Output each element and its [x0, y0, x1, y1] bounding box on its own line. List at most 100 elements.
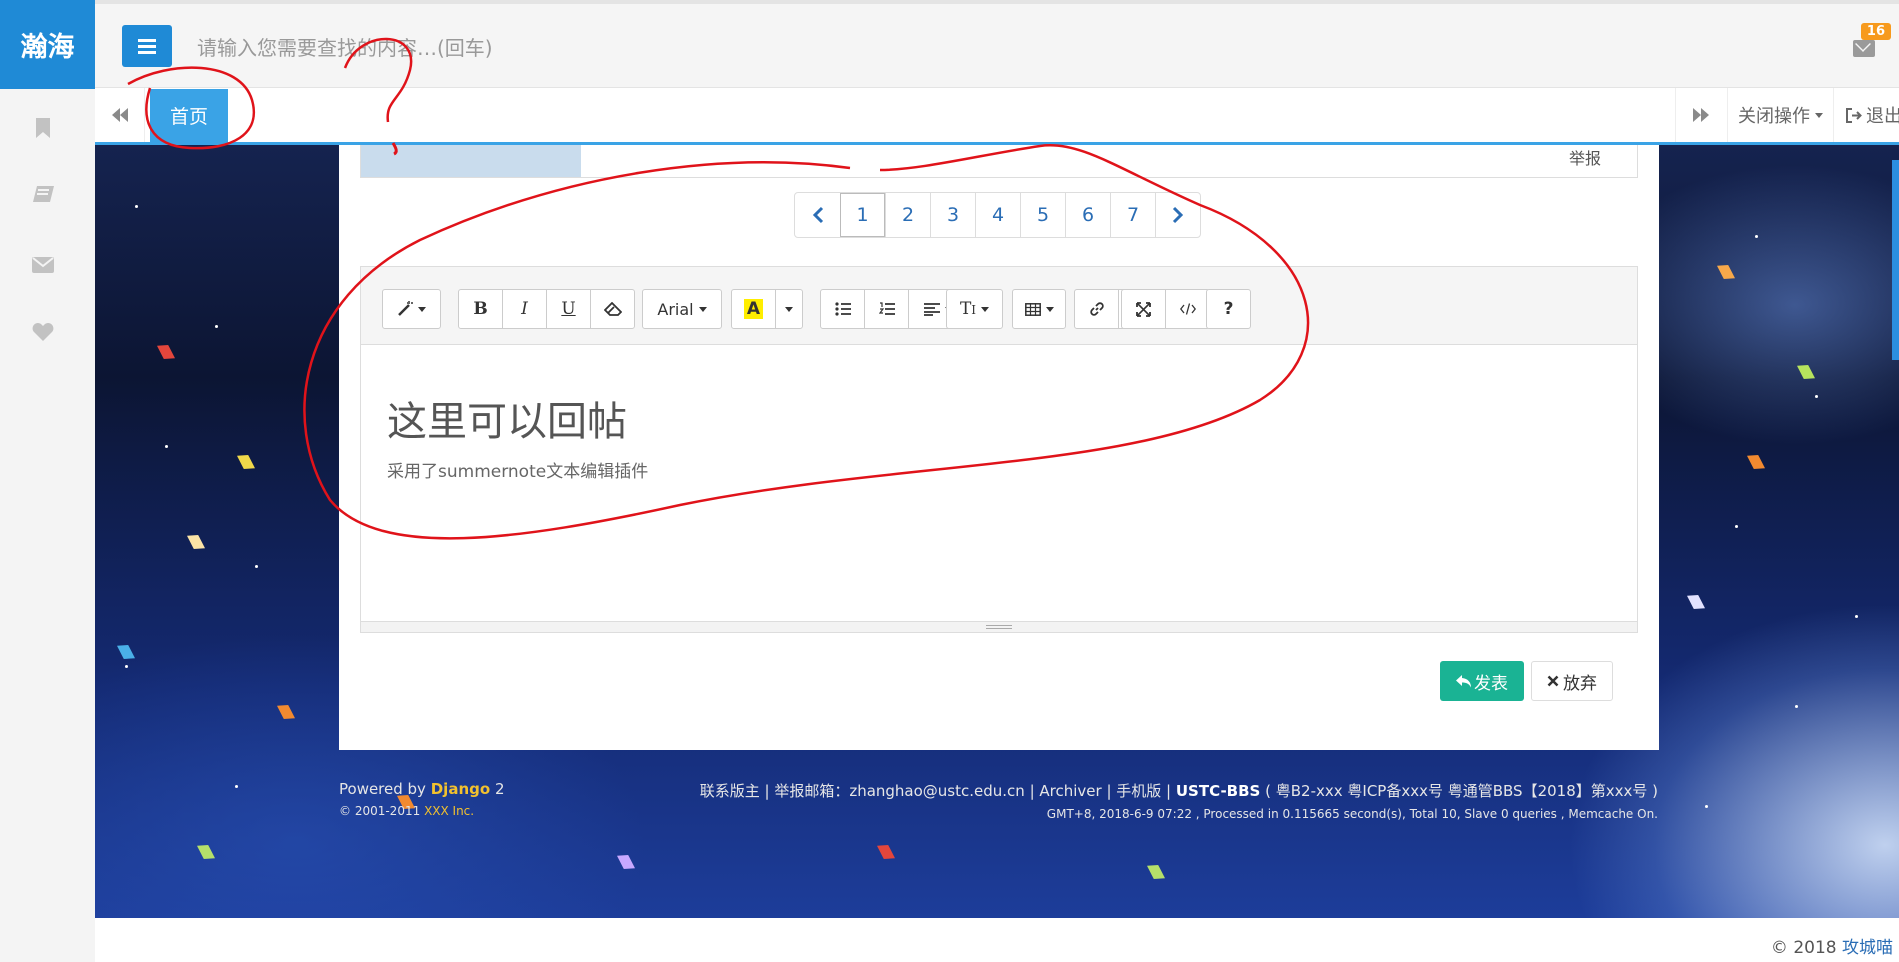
logout-button[interactable]: 退出 — [1833, 88, 1899, 142]
link-icon — [1089, 302, 1104, 316]
italic-button[interactable]: I — [502, 289, 547, 329]
style-dropdown-button[interactable] — [382, 289, 441, 329]
license-text: ( 粤B2-xxx 粤ICP备xxx号 粤通管BBS【2018】第xxx号 ) — [1265, 782, 1658, 800]
discard-button[interactable]: 放弃 — [1531, 661, 1613, 701]
side-scroll-indicator[interactable] — [1892, 160, 1899, 360]
tab-bar: 首页 关闭操作 退出 — [95, 88, 1899, 145]
link-button[interactable] — [1074, 289, 1119, 329]
underline-button[interactable]: U — [546, 289, 591, 329]
font-name-dropdown[interactable]: Arial — [642, 289, 722, 329]
list-ul-icon — [834, 302, 851, 316]
reply-panel: 举报 1 2 3 4 5 6 7 B I U Arial A TI ? 这里可以… — [339, 145, 1659, 750]
page-6[interactable]: 6 — [1065, 193, 1110, 237]
hamburger-icon — [138, 38, 156, 54]
line-height-dropdown[interactable]: TI — [946, 289, 1003, 329]
post-label: 发表 — [1474, 673, 1508, 694]
django-link[interactable]: Django — [431, 780, 490, 798]
chevron-left-icon — [812, 206, 823, 224]
post-reply-button[interactable]: 发表 — [1440, 661, 1524, 701]
tab-scroll-left-button[interactable] — [95, 88, 145, 142]
text-height-icon: TI — [959, 299, 977, 319]
bold-button[interactable]: B — [458, 289, 503, 329]
heart-icon[interactable] — [28, 317, 58, 347]
table-icon — [1024, 302, 1041, 316]
page-1[interactable]: 1 — [840, 193, 885, 237]
footer-left: Powered by Django 2 © 2001-2011 XXX Inc. — [339, 780, 505, 818]
site-name: USTC-BBS — [1175, 782, 1261, 800]
help-group: ? — [1206, 289, 1251, 329]
double-chevron-left-icon — [111, 108, 128, 122]
close-operations-label: 关闭操作 — [1738, 106, 1810, 127]
logout-label: 退出 — [1866, 106, 1899, 127]
report-link[interactable]: 举报 — [1569, 145, 1601, 169]
style-group — [382, 289, 441, 329]
page-3[interactable]: 3 — [930, 193, 975, 237]
page-4[interactable]: 4 — [975, 193, 1020, 237]
eraser-icon — [603, 302, 622, 316]
next-page-button[interactable] — [1155, 193, 1200, 237]
clear-format-button[interactable] — [590, 289, 635, 329]
magic-wand-icon — [398, 301, 413, 316]
tab-scroll-right-button[interactable] — [1675, 88, 1725, 142]
page-5[interactable]: 5 — [1020, 193, 1065, 237]
server-stats: GMT+8, 2018-6-9 07:22 , Processed in 0.1… — [1046, 807, 1658, 821]
editor-toolbar: B I U Arial A TI ? — [361, 267, 1637, 345]
app-logo[interactable]: 瀚海 — [0, 0, 95, 89]
summernote-editor: B I U Arial A TI ? 这里可以回帖 采用了summernote文… — [360, 266, 1638, 629]
font-name-group: Arial — [642, 289, 722, 329]
powered-prefix: Powered by — [339, 780, 426, 798]
height-group: TI — [946, 289, 1003, 329]
color-dropdown-button[interactable] — [775, 289, 803, 329]
corner-copyright: © 2018 攻城喵 — [1771, 933, 1893, 958]
pagination: 1 2 3 4 5 6 7 — [794, 192, 1201, 238]
align-left-icon — [923, 303, 940, 316]
font-name-label: Arial — [657, 299, 694, 319]
sign-out-icon — [1846, 107, 1862, 123]
fullscreen-button[interactable] — [1121, 289, 1166, 329]
help-button[interactable]: ? — [1206, 289, 1251, 329]
copyright-prefix: © 2001-2011 — [339, 804, 421, 818]
color-group: A — [731, 289, 803, 329]
page-7[interactable]: 7 — [1110, 193, 1155, 237]
book-icon[interactable] — [28, 180, 58, 210]
footer-links[interactable]: 联系版主 | 举报邮箱：zhanghao@ustc.edu.cn | Archi… — [700, 782, 1171, 800]
mail-icon[interactable] — [1853, 40, 1875, 57]
editor-resize-handle[interactable] — [360, 621, 1638, 633]
table-dropdown-button[interactable] — [1012, 289, 1066, 329]
top-header: 16 — [95, 0, 1899, 88]
mail-count-badge: 16 — [1860, 23, 1891, 40]
reply-icon — [1456, 674, 1471, 687]
author-link[interactable]: 攻城喵 — [1842, 938, 1893, 958]
ordered-list-button[interactable] — [864, 289, 909, 329]
search-input[interactable] — [197, 34, 897, 62]
prev-page-button[interactable] — [795, 193, 840, 237]
caret-down-icon — [1815, 112, 1823, 118]
discard-label: 放弃 — [1563, 673, 1597, 694]
double-chevron-right-icon — [1692, 108, 1709, 122]
company-link[interactable]: XXX Inc. — [424, 804, 474, 818]
chevron-right-icon — [1172, 206, 1184, 224]
highlight-letter: A — [743, 299, 764, 319]
highlight-color-button[interactable]: A — [731, 289, 776, 329]
tab-home[interactable]: 首页 — [150, 89, 228, 142]
close-icon — [1547, 675, 1559, 687]
table-group — [1012, 289, 1066, 329]
page-2[interactable]: 2 — [885, 193, 930, 237]
unordered-list-button[interactable] — [820, 289, 865, 329]
django-version: 2 — [494, 780, 505, 798]
envelope-icon[interactable] — [28, 250, 58, 280]
arrows-alt-icon — [1136, 301, 1151, 317]
copyright-year: © 2018 — [1770, 938, 1837, 958]
editor-content[interactable]: 这里可以回帖 采用了summernote文本编辑插件 — [387, 389, 648, 482]
editor-body-text: 采用了summernote文本编辑插件 — [387, 462, 649, 482]
code-view-button[interactable] — [1165, 289, 1210, 329]
code-icon — [1179, 303, 1196, 315]
close-operations-dropdown[interactable]: 关闭操作 — [1727, 88, 1833, 142]
view-group — [1121, 289, 1210, 329]
previous-post-row: 举报 — [360, 145, 1638, 178]
editor-heading: 这里可以回帖 — [387, 399, 627, 445]
font-style-group: B I U — [458, 289, 635, 329]
menu-toggle-button[interactable] — [122, 25, 172, 67]
left-sidebar — [0, 89, 95, 962]
bookmark-icon[interactable] — [28, 113, 58, 143]
